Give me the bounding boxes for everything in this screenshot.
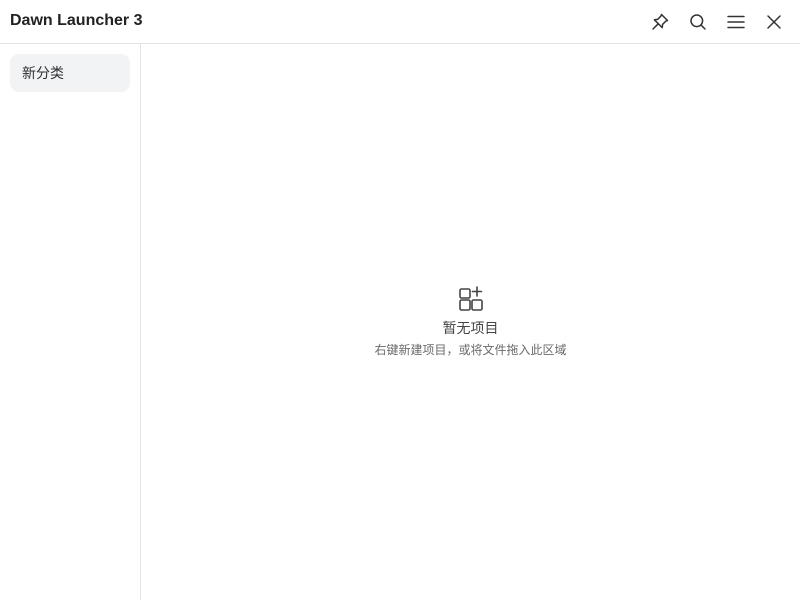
pin-icon (650, 12, 670, 32)
hamburger-menu-icon (726, 12, 746, 32)
items-area[interactable]: 暂无项目 右键新建项目，或将文件拖入此区域 (141, 44, 800, 600)
app-title: Dawn Launcher 3 (10, 12, 143, 29)
search-icon (688, 12, 708, 32)
pin-button[interactable] (647, 9, 673, 35)
empty-state: 暂无项目 右键新建项目，或将文件拖入此区域 (141, 284, 800, 358)
menu-button[interactable] (723, 9, 749, 35)
empty-hint: 右键新建项目，或将文件拖入此区域 (374, 343, 567, 357)
search-button[interactable] (685, 9, 711, 35)
title-bar[interactable]: Dawn Launcher 3 (0, 0, 800, 44)
close-icon (764, 12, 784, 32)
category-sidebar: 新分类 (0, 44, 141, 600)
empty-title: 暂无项目 (442, 321, 499, 337)
app-window: Dawn Launcher 3 新分类 暂无项目 右键新建项目，或将文件拖入此区… (0, 0, 800, 600)
sidebar-item-label: 新分类 (22, 66, 64, 82)
add-grid-icon (457, 284, 485, 312)
sidebar-item-new-category[interactable]: 新分类 (10, 54, 130, 92)
close-button[interactable] (761, 9, 787, 35)
